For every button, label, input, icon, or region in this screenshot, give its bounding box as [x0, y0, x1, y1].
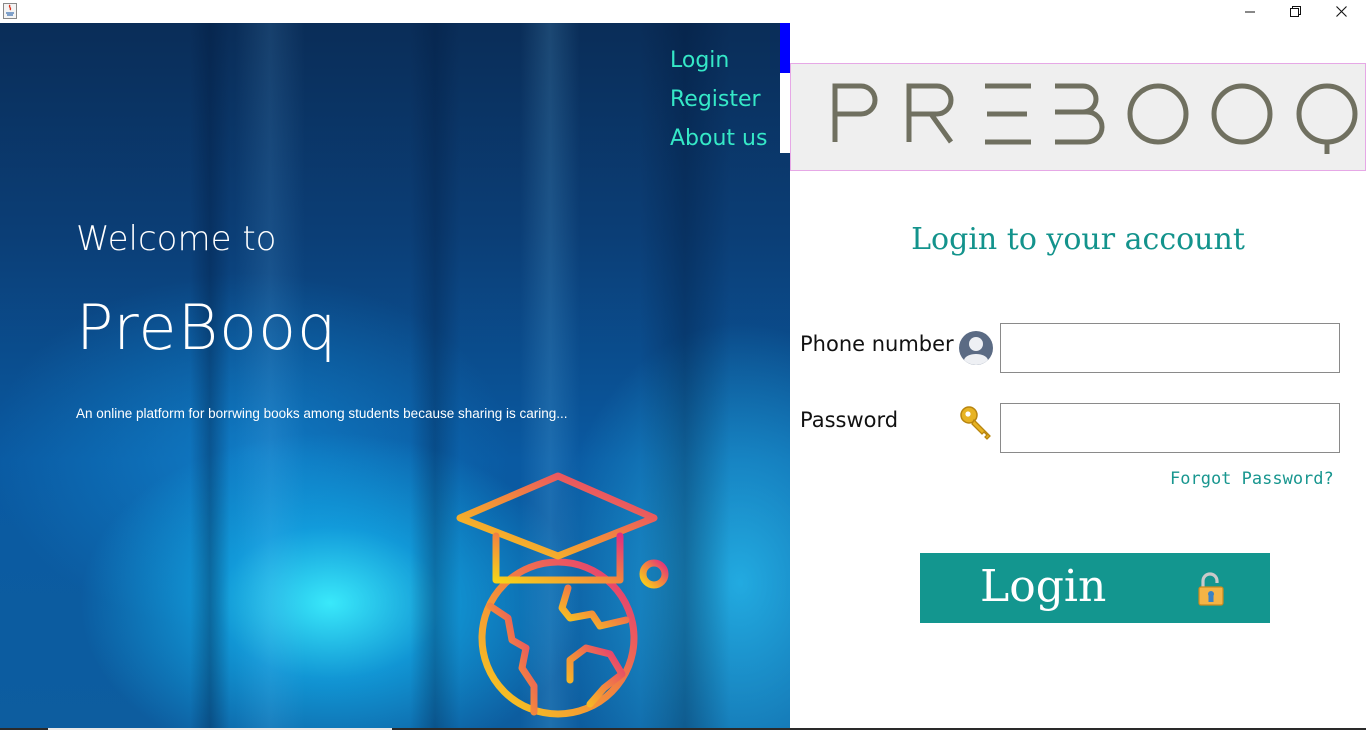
java-app-icon [3, 3, 17, 19]
prebooq-logo [832, 83, 1358, 154]
password-input[interactable] [1000, 403, 1340, 453]
welcome-heading: Welcome to [76, 219, 277, 259]
nav-active-indicator [780, 23, 790, 73]
brand-name: PreBooq [76, 291, 338, 364]
key-icon [960, 406, 991, 440]
phone-number-input[interactable] [1000, 323, 1340, 373]
close-icon [1335, 6, 1347, 17]
login-heading: Login to your account [911, 222, 1245, 257]
logo-banner [790, 63, 1366, 171]
login-button-label: Login [980, 561, 1107, 612]
restore-icon [1289, 6, 1301, 17]
background-streak [235, 23, 305, 728]
background-streak [190, 23, 230, 728]
unlock-icon [1198, 572, 1224, 606]
forgot-password-link[interactable]: Forgot Password? [1170, 469, 1334, 489]
graduation-globe-icon [456, 472, 669, 718]
password-label: Password [800, 408, 899, 432]
nav-item-login[interactable]: Login [670, 41, 767, 80]
top-nav: Login Register About us [670, 41, 767, 158]
hero-panel: Login Register About us Welcome to PreBo… [0, 23, 790, 728]
minimize-icon [1245, 11, 1255, 12]
phone-label: Phone number [800, 332, 954, 356]
nav-item-register[interactable]: Register [670, 80, 767, 119]
close-button[interactable] [1318, 0, 1364, 23]
user-avatar-icon [959, 331, 993, 365]
title-bar [0, 0, 1366, 23]
login-button[interactable]: Login [920, 553, 1270, 623]
tagline: An online platform for borrwing books am… [76, 406, 568, 421]
nav-item-about-us[interactable]: About us [670, 119, 767, 158]
restore-button[interactable] [1272, 0, 1318, 23]
minimize-button[interactable] [1227, 0, 1273, 23]
